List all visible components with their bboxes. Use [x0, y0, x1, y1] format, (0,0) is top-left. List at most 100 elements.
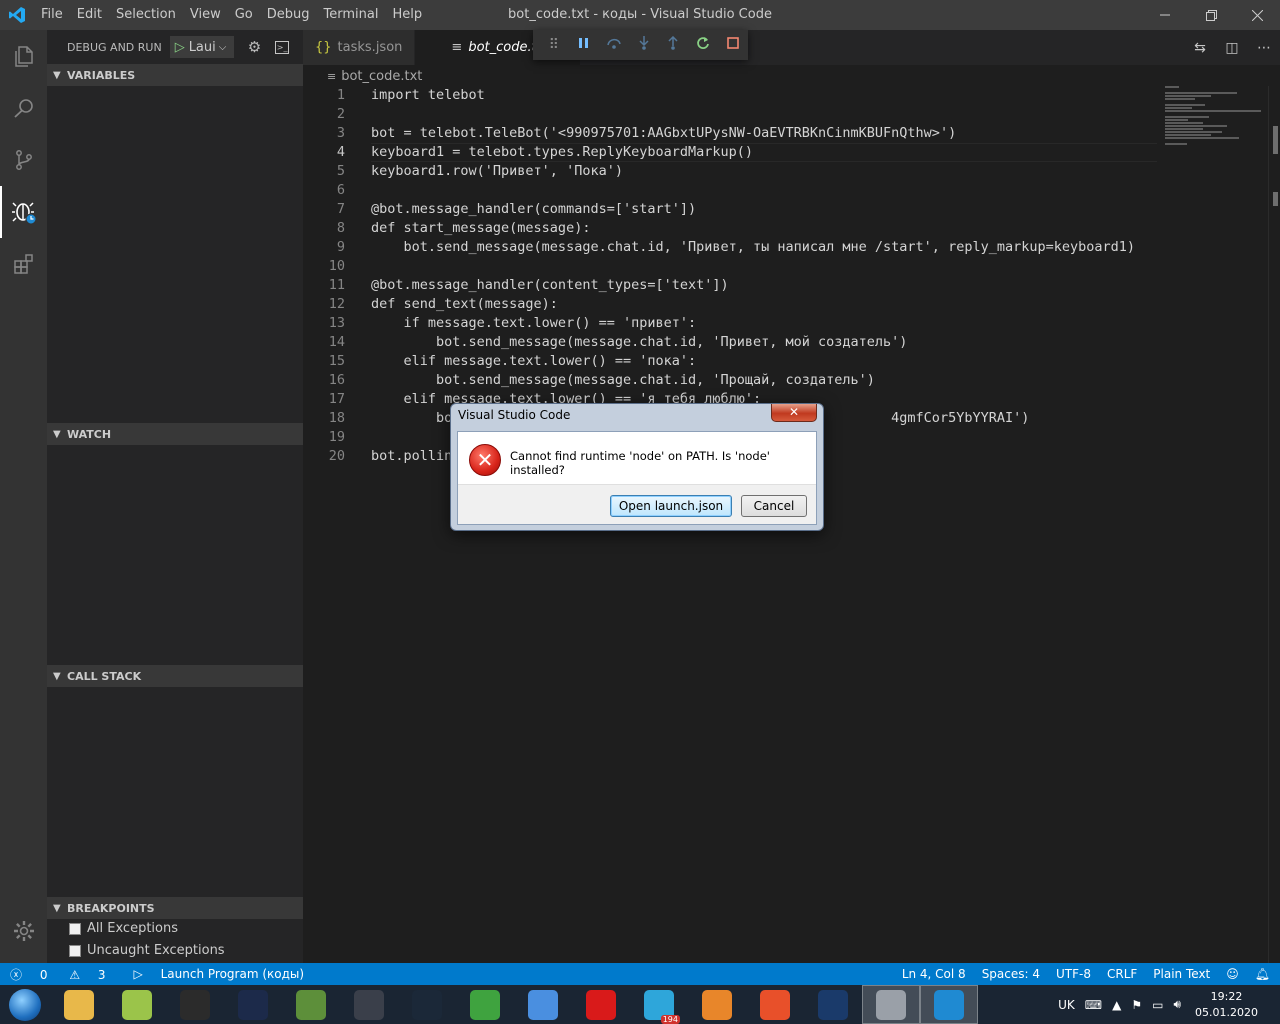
restart-icon[interactable]	[688, 36, 718, 54]
code-line[interactable]: 15 elif message.text.lower() == 'пока':	[303, 352, 1163, 371]
variables-section-header[interactable]: ▼ VARIABLES	[47, 64, 303, 86]
open-launch-json-button[interactable]: Open launch.json	[610, 495, 732, 517]
dialog-button-area: Open launch.json Cancel	[458, 484, 816, 524]
taskbar-app[interactable]	[804, 985, 862, 1024]
indentation-status[interactable]: Spaces: 4	[982, 967, 1040, 981]
breakpoint-checkbox[interactable]	[69, 944, 81, 957]
call-stack-section-header[interactable]: ▼ CALL STACK	[47, 665, 303, 687]
action-center-icon[interactable]: ⚑	[1131, 998, 1142, 1012]
language-indicator[interactable]: UK	[1058, 998, 1075, 1012]
stop-icon[interactable]	[718, 37, 748, 53]
taskbar-app[interactable]	[746, 985, 804, 1024]
problems-indicator[interactable]: ⓧ 0 ⚠ 3	[10, 966, 120, 983]
scrollbar-thumb[interactable]	[1273, 126, 1278, 154]
menu-selection[interactable]: Selection	[109, 0, 183, 30]
menu-file[interactable]: File	[34, 0, 70, 30]
breakpoints-section-header[interactable]: ▼ BREAKPOINTS	[47, 897, 303, 919]
dialog-close-button[interactable]: ✕	[771, 404, 817, 422]
drag-grip-icon[interactable]: ⠿	[539, 37, 569, 53]
launch-program-status[interactable]: ▷ Launch Program (коды)	[134, 967, 319, 981]
taskbar-app[interactable]	[398, 985, 456, 1024]
breakpoint-all-exceptions[interactable]: All Exceptions	[69, 921, 178, 936]
keyboard-icon[interactable]: ⌨	[1085, 998, 1102, 1012]
menu-debug[interactable]: Debug	[260, 0, 317, 30]
code-line[interactable]: 1 import telebot	[303, 86, 1163, 105]
taskbar-app[interactable]	[108, 985, 166, 1024]
code-line[interactable]: 3 bot = telebot.TeleBot('<990975701:AAGbx…	[303, 124, 1163, 143]
code-line[interactable]: 9 bot.send_message(message.chat.id, 'При…	[303, 238, 1163, 257]
debug-icon[interactable]	[0, 186, 47, 238]
menu-view[interactable]: View	[183, 0, 228, 30]
eol-status[interactable]: CRLF	[1107, 967, 1137, 981]
menu-terminal[interactable]: Terminal	[317, 0, 386, 30]
menu-go[interactable]: Go	[228, 0, 260, 30]
menu-help[interactable]: Help	[385, 0, 429, 30]
show-hidden-icons-icon[interactable]: ▲	[1112, 998, 1121, 1012]
breakpoint-checkbox[interactable]	[69, 922, 81, 935]
explorer-icon[interactable]	[0, 30, 47, 82]
more-actions-icon[interactable]: ⋯	[1248, 40, 1280, 56]
open-launch-gear-icon[interactable]: ⚙	[248, 38, 261, 56]
taskbar-app[interactable]	[514, 985, 572, 1024]
line-text: bot = telebot.TeleBot('<990975701:AAGbxt…	[371, 125, 957, 141]
search-icon[interactable]	[0, 82, 47, 134]
start-button[interactable]	[0, 985, 50, 1024]
manage-gear-icon[interactable]	[0, 905, 47, 957]
step-out-icon[interactable]	[658, 35, 688, 54]
minimize-button[interactable]	[1142, 0, 1188, 30]
pause-icon[interactable]	[569, 37, 599, 53]
feedback-smiley-icon[interactable]: ☺	[1226, 967, 1239, 981]
cancel-button[interactable]: Cancel	[741, 495, 807, 517]
network-icon[interactable]: ▭	[1152, 998, 1163, 1012]
code-line[interactable]: 16 bot.send_message(message.chat.id, 'Пр…	[303, 371, 1163, 390]
launch-config-select[interactable]: ▷ Laui ⌵	[169, 36, 234, 58]
code-line[interactable]: 11 @bot.message_handler(content_types=['t…	[303, 276, 1163, 295]
cursor-position[interactable]: Ln 4, Col 8	[902, 967, 966, 981]
breakpoint-uncaught-exceptions[interactable]: Uncaught Exceptions	[69, 943, 225, 958]
code-line[interactable]: 14 bot.send_message(message.chat.id, 'Пр…	[303, 333, 1163, 352]
compare-changes-icon[interactable]: ⇆	[1184, 40, 1216, 56]
taskbar-app[interactable]	[572, 985, 630, 1024]
taskbar-app[interactable]: 194	[630, 985, 688, 1024]
taskbar-app[interactable]	[50, 985, 108, 1024]
notifications-bell-icon[interactable]: 🔔︎	[1255, 967, 1270, 981]
dialog-title: Visual Studio Code	[458, 408, 571, 422]
breadcrumb[interactable]: ≡ bot_code.txt	[303, 65, 422, 87]
tab-tasks-json[interactable]: {} tasks.json	[303, 30, 416, 65]
code-line[interactable]: 5 keyboard1.row('Привет', 'Пока')	[303, 162, 1163, 181]
volume-icon[interactable]: 🔊︎	[1173, 997, 1181, 1012]
start-debugging-icon[interactable]: ▷	[175, 40, 185, 55]
taskbar-app[interactable]	[688, 985, 746, 1024]
taskbar-app[interactable]	[224, 985, 282, 1024]
encoding-status[interactable]: UTF-8	[1056, 967, 1091, 981]
taskbar-app[interactable]	[456, 985, 514, 1024]
step-into-icon[interactable]	[629, 36, 659, 54]
watch-section-header[interactable]: ▼ WATCH	[47, 423, 303, 445]
taskbar-app[interactable]	[282, 985, 340, 1024]
code-line[interactable]: 7 @bot.message_handler(commands=['start']…	[303, 200, 1163, 219]
language-mode[interactable]: Plain Text	[1153, 967, 1210, 981]
taskbar-app[interactable]	[340, 985, 398, 1024]
code-line[interactable]: 8 def start_message(message):	[303, 219, 1163, 238]
step-over-icon[interactable]	[599, 36, 629, 54]
code-line[interactable]: 12 def send_text(message):	[303, 295, 1163, 314]
menu-edit[interactable]: Edit	[70, 0, 109, 30]
clock[interactable]: 19:22 05.01.2020	[1195, 989, 1258, 1021]
restore-button[interactable]	[1188, 0, 1234, 30]
split-editor-icon[interactable]: ◫	[1216, 40, 1248, 56]
minimap[interactable]	[1163, 86, 1268, 186]
debug-console-icon[interactable]: >_	[275, 40, 290, 54]
code-line[interactable]: 4 keyboard1 = telebot.types.ReplyKeyboard…	[303, 143, 1163, 162]
source-control-icon[interactable]	[0, 134, 47, 186]
code-line[interactable]: 13 if message.text.lower() == 'привет':	[303, 314, 1163, 333]
editor-scrollbar[interactable]	[1268, 86, 1280, 963]
taskbar-app[interactable]	[862, 985, 920, 1024]
taskbar-app[interactable]	[920, 985, 978, 1024]
code-line[interactable]: 2	[303, 105, 1163, 124]
extensions-icon[interactable]	[0, 238, 47, 290]
close-window-button[interactable]	[1234, 0, 1280, 30]
code-line[interactable]: 6	[303, 181, 1163, 200]
taskbar-app[interactable]	[166, 985, 224, 1024]
code-line[interactable]: 10	[303, 257, 1163, 276]
chevron-down-icon: ▼	[53, 670, 61, 682]
